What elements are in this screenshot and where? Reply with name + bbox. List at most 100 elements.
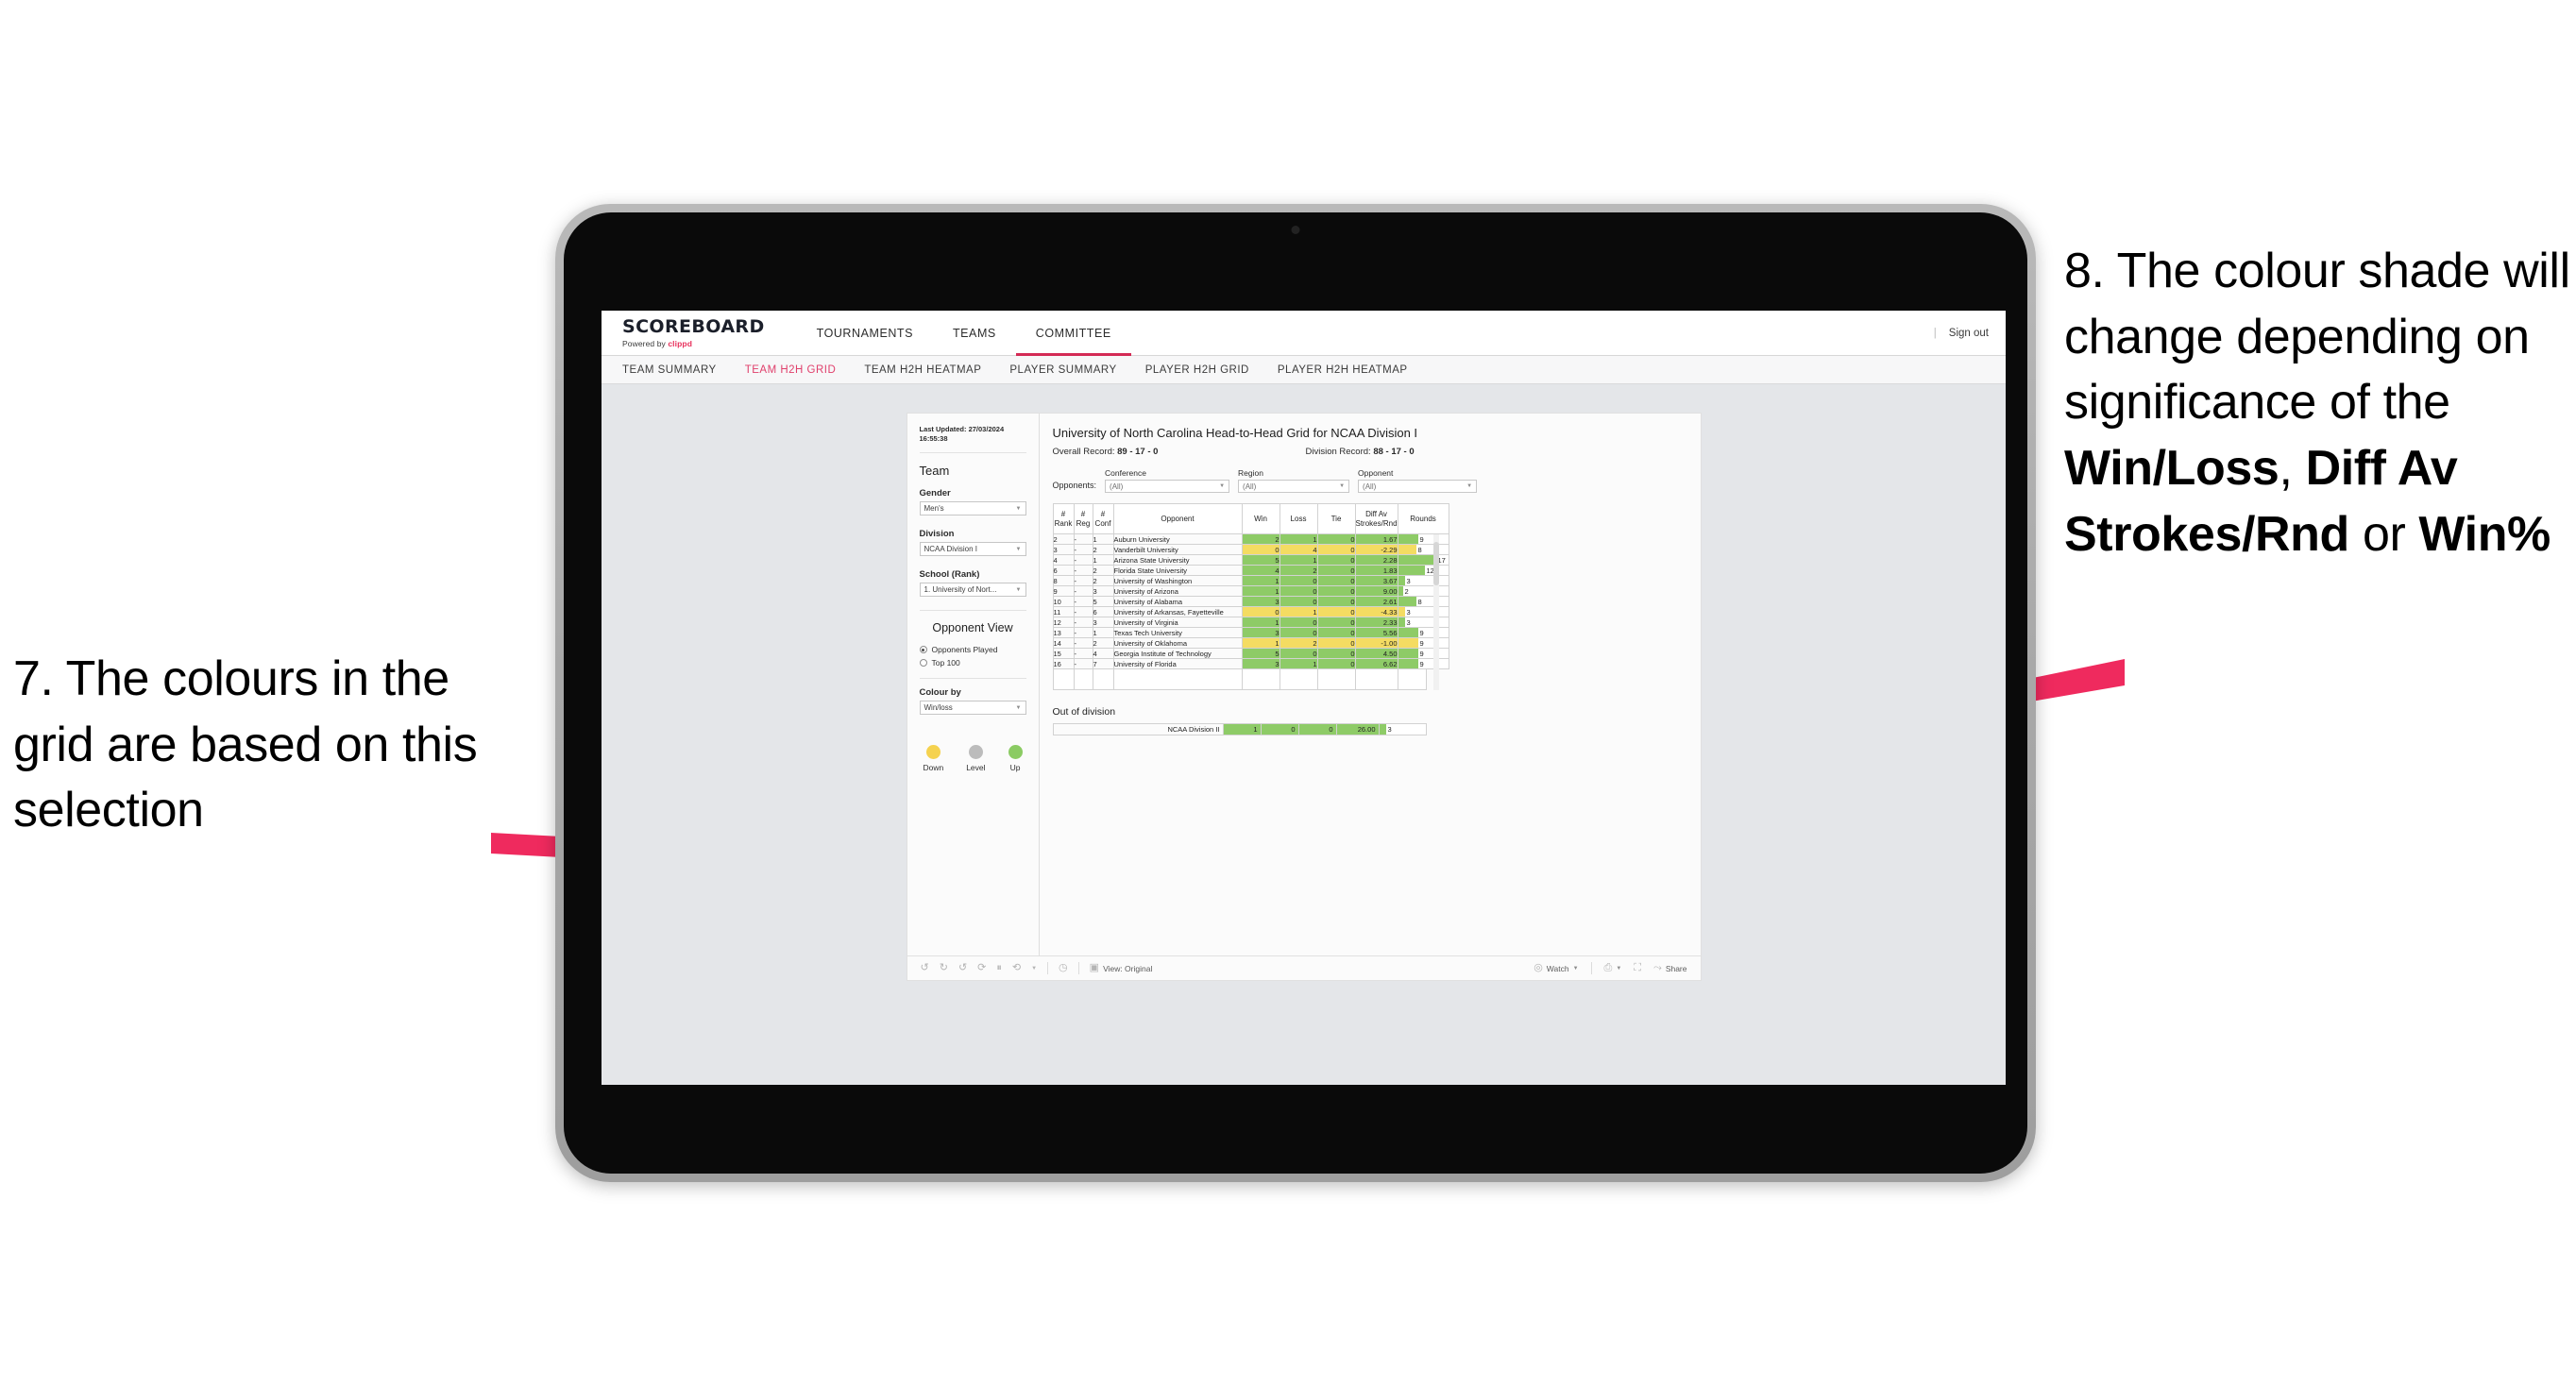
- table-row[interactable]: 2-1 Auburn University 2 1 0 1.67 9: [1052, 533, 1449, 545]
- redo-icon[interactable]: ↻: [940, 963, 948, 973]
- table-row[interactable]: 16-7 University of Florida 3 1 0 6.62 9: [1052, 658, 1449, 669]
- filter-opponent-select[interactable]: (All) ▼: [1358, 480, 1478, 493]
- grid-bottom-spacer: [1052, 669, 1427, 690]
- brand-logo[interactable]: SCOREBOARD Powered by clippd: [622, 317, 765, 348]
- tablet-screen: SCOREBOARD Powered by clippd TOURNAMENTS…: [564, 212, 2027, 1174]
- out-of-division-title: Out of division: [1052, 706, 1116, 718]
- dashboard-sheet: Last Updated: 27/03/2024 16:55:38 Team G…: [906, 413, 1702, 981]
- ood-cell-loss: 0: [1260, 723, 1299, 735]
- chevron-down-icon: ▼: [1015, 546, 1022, 552]
- overall-record-label: Overall Record:: [1052, 447, 1118, 457]
- cell-conf: 1: [1092, 533, 1114, 545]
- cell-reg: -: [1073, 627, 1093, 638]
- table-row[interactable]: 15-4 Georgia Institute of Technology 5 0 0 4.…: [1052, 648, 1449, 659]
- overall-record-value: 89 - 17 - 0: [1117, 447, 1159, 457]
- gender-select[interactable]: Men's ▼: [919, 501, 1026, 516]
- view-original-button[interactable]: ▣ View: Original: [1090, 963, 1153, 973]
- loop-icon[interactable]: ⟲: [1012, 963, 1021, 973]
- grid-header: # Rank # Reg # Conf Opponent Win Loss Tie D…: [1052, 503, 1449, 534]
- school-select[interactable]: 1. University of Nort... ▼: [919, 583, 1026, 598]
- download-button[interactable]: ⎙ ▼: [1604, 963, 1622, 973]
- toolbar-right-group: ◎ Watch ▼ ⎙ ▼ ⛶ ⤳ Share: [1534, 962, 1687, 974]
- subnav-item-player-h2h-grid[interactable]: PLAYER H2H GRID: [1145, 364, 1249, 376]
- cell-loss: 1: [1279, 658, 1318, 669]
- grid-header-row: # Rank # Reg # Conf Opponent Win Loss Tie D…: [1052, 503, 1449, 534]
- nav-item-tournaments[interactable]: TOURNAMENTS: [797, 311, 933, 356]
- view-icon: ▣: [1089, 962, 1100, 973]
- radio-top-100[interactable]: Top 100: [919, 658, 1026, 668]
- table-row[interactable]: 3-2 Vanderbilt University 0 4 0 -2.29 8: [1052, 544, 1449, 555]
- clock-icon[interactable]: ◷: [1059, 963, 1068, 973]
- table-row[interactable]: 4-1 Arizona State University 5 1 0 2.28 17: [1052, 554, 1449, 566]
- out-of-division-row[interactable]: NCAA Division II 1 0 0 26.00 3: [1052, 723, 1427, 735]
- table-row[interactable]: 14-2 University of Oklahoma 1 2 0 -1.00 9: [1052, 637, 1449, 649]
- legend-dot-level: [968, 745, 983, 760]
- chevron-down-icon: ▼: [1015, 505, 1022, 512]
- cell-loss: 2: [1279, 637, 1318, 649]
- chevron-down-icon: ▼: [1339, 483, 1346, 489]
- rounds-bar: [1398, 566, 1425, 575]
- table-row[interactable]: 13-1 Texas Tech University 3 0 0 5.56 9: [1052, 627, 1449, 638]
- pause-icon[interactable]: ⏸: [996, 963, 1002, 973]
- radio-opponents-played[interactable]: Opponents Played: [919, 645, 1026, 654]
- nav-item-teams[interactable]: TEAMS: [933, 311, 1016, 356]
- colour-by-select[interactable]: Win/loss ▼: [919, 701, 1026, 716]
- cell-rounds: 9: [1397, 658, 1449, 669]
- cell-rank: 12: [1052, 617, 1075, 628]
- cell-conf: 2: [1092, 575, 1114, 586]
- share-button[interactable]: ⤳ Share: [1653, 963, 1687, 973]
- cell-win: 1: [1241, 617, 1280, 628]
- cell-rounds: 9: [1397, 648, 1449, 659]
- brand-sub-name: clippd: [668, 338, 692, 348]
- rounds-value: 8: [1417, 545, 1422, 554]
- table-row[interactable]: 10-5 University of Alabama 3 0 0 2.61 8: [1052, 596, 1449, 607]
- watch-button[interactable]: ◎ Watch ▼: [1534, 963, 1578, 973]
- annotation-right-bold3: Win%: [2418, 506, 2551, 562]
- division-select[interactable]: NCAA Division I ▼: [919, 542, 1026, 557]
- cell-win: 5: [1241, 648, 1280, 659]
- cell-tie: 0: [1316, 585, 1356, 597]
- cell-opponent: University of Oklahoma: [1112, 637, 1243, 649]
- grid-scrollbar[interactable]: [1432, 534, 1439, 690]
- rounds-value: 8: [1417, 597, 1422, 606]
- grid-scrollbar-thumb[interactable]: [1432, 542, 1439, 585]
- chevron-down-icon[interactable]: ▼: [1031, 966, 1037, 972]
- table-row[interactable]: 8-2 University of Washington 1 0 0 3.67 3: [1052, 575, 1449, 586]
- cell-loss: 0: [1279, 627, 1318, 638]
- chevron-down-icon: ▼: [1466, 483, 1473, 489]
- filter-conference-label: Conference: [1105, 468, 1146, 478]
- subnav-item-team-h2h-heatmap[interactable]: TEAM H2H HEATMAP: [864, 364, 981, 376]
- cell-rounds: 8: [1397, 544, 1449, 555]
- rounds-bar: [1398, 617, 1405, 627]
- subnav-item-player-summary[interactable]: PLAYER SUMMARY: [1009, 364, 1116, 376]
- main-content: University of North Carolina Head-to-Hea…: [1039, 414, 1701, 955]
- signout-link[interactable]: Sign out: [1949, 328, 1989, 339]
- refresh-icon[interactable]: ⟳: [977, 963, 986, 973]
- filter-region-select[interactable]: (All) ▼: [1238, 480, 1350, 493]
- table-row[interactable]: 11-6 University of Arkansas, Fayetteville…: [1052, 606, 1449, 617]
- cell-rank: 14: [1052, 637, 1075, 649]
- nav-item-committee[interactable]: COMMITTEE: [1015, 311, 1131, 356]
- cell-conf: 5: [1092, 596, 1114, 607]
- cell-diff: 4.50: [1354, 648, 1398, 659]
- tablet-device: SCOREBOARD Powered by clippd TOURNAMENTS…: [555, 204, 2036, 1182]
- cell-tie: 0: [1316, 658, 1356, 669]
- undo-icon[interactable]: ↺: [921, 963, 929, 973]
- subnav-item-team-h2h-grid[interactable]: TEAM H2H GRID: [745, 364, 837, 376]
- subnav-item-team-summary[interactable]: TEAM SUMMARY: [622, 364, 717, 376]
- revert-icon[interactable]: ↺: [958, 963, 967, 973]
- subnav-item-player-h2h-heatmap[interactable]: PLAYER H2H HEATMAP: [1278, 364, 1408, 376]
- filter-conference-select[interactable]: (All) ▼: [1105, 480, 1230, 493]
- cell-opponent: University of Washington: [1112, 575, 1243, 586]
- fullscreen-icon[interactable]: ⛶: [1634, 963, 1641, 973]
- table-row[interactable]: 9-3 University of Arizona 1 0 0 9.00 2: [1052, 585, 1449, 597]
- cell-rank: 15: [1052, 648, 1075, 659]
- table-row[interactable]: 12-3 University of Virginia 1 0 0 2.33 3: [1052, 617, 1449, 628]
- cell-win: 3: [1241, 596, 1280, 607]
- cell-reg: -: [1073, 658, 1093, 669]
- rounds-value: 9: [1419, 534, 1424, 544]
- rounds-bar: [1379, 724, 1386, 735]
- legend-dot-down: [925, 745, 941, 760]
- table-row[interactable]: 6-2 Florida State University 4 2 0 1.83 12: [1052, 565, 1449, 576]
- cell-rounds: 8: [1397, 596, 1449, 607]
